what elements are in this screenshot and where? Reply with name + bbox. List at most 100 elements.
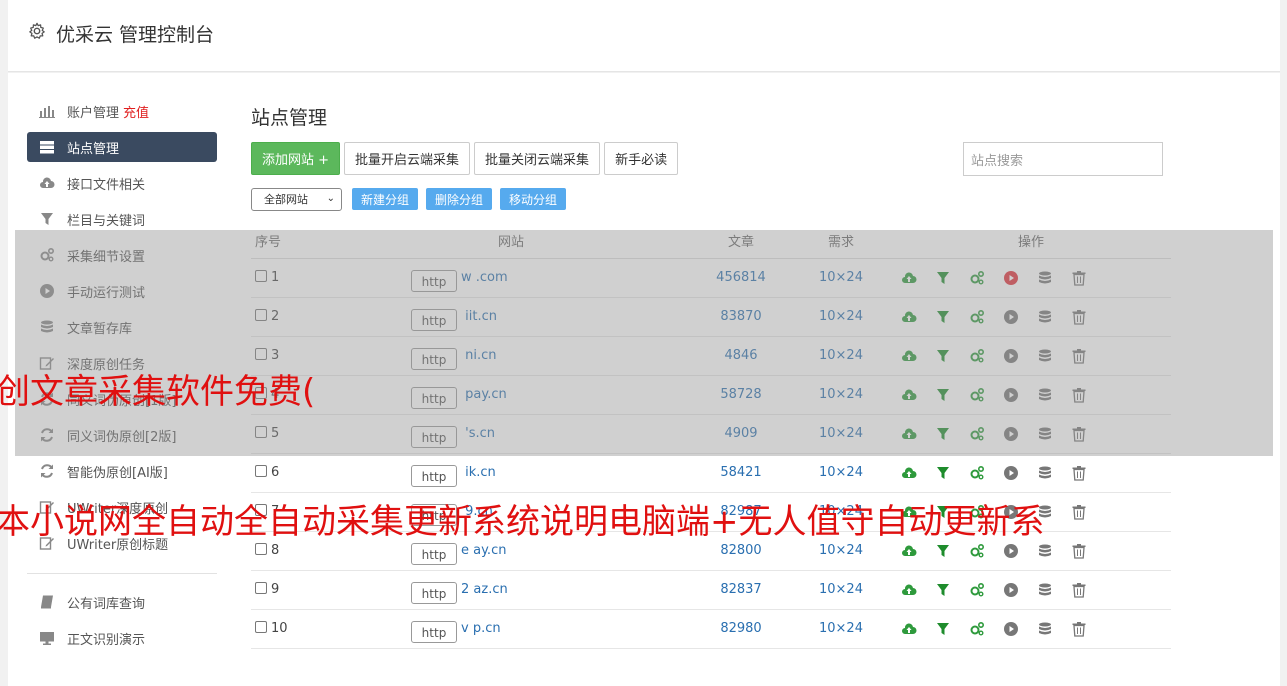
article-count-link[interactable]: 82980 (720, 621, 761, 636)
demand-link[interactable]: 10×24 (819, 621, 863, 636)
cloud-upload-icon (39, 175, 55, 191)
move-group-button[interactable]: 移动分组 (500, 188, 567, 210)
row-index: 10 (251, 609, 331, 649)
overlay-caption-2: 本小说网全自动全自动采集更新系统说明电脑端+无人值守自动更新系 (0, 502, 1045, 542)
refresh-icon (39, 463, 55, 479)
batch-close-cloud-button[interactable]: 批量关闭云端采集 (474, 141, 601, 175)
sidebar-item-label: 公有词库查询 (67, 596, 146, 612)
sidebar-item-b0[interactable]: 公有词库查询 (27, 584, 217, 620)
table-row: 6 http ik.cn 58421 10×24 (251, 453, 1171, 493)
row-site: http v p.cn (331, 609, 691, 649)
table-row: 10 http v p.cn 82980 10×24 (251, 609, 1171, 649)
filter-icon (39, 211, 55, 227)
delete-group-button[interactable]: 删除分组 (426, 188, 493, 210)
row-articles: 82837 (691, 570, 791, 610)
row-checkbox[interactable] (255, 543, 267, 555)
play-icon[interactable] (1003, 465, 1019, 481)
gear-icon (29, 22, 45, 39)
sidebar-item-1[interactable]: 站点管理 (27, 132, 217, 162)
sidebar-item-label: 站点管理 (67, 141, 120, 157)
cloud-upload-icon[interactable] (901, 582, 917, 598)
http-badge: http (411, 620, 457, 643)
row-index-label: 10 (271, 621, 288, 636)
cogs-icon[interactable] (969, 465, 985, 481)
row-articles: 58421 (691, 453, 791, 493)
row-checkbox[interactable] (255, 621, 267, 633)
site-domain-link[interactable]: ik.cn (461, 465, 496, 480)
database-icon[interactable] (1037, 582, 1053, 598)
header: 优采云 管理控制台 (8, 0, 1280, 72)
trash-icon[interactable] (1071, 621, 1087, 637)
trash-icon[interactable] (1071, 582, 1087, 598)
article-count-link[interactable]: 58421 (720, 465, 761, 480)
trash-icon[interactable] (1071, 465, 1087, 481)
play-icon[interactable] (1003, 582, 1019, 598)
row-index: 9 (251, 570, 331, 610)
page-title: 站点管理 (251, 107, 328, 129)
sidebar-item-label: 账户管理 (67, 105, 120, 121)
play-icon[interactable] (1003, 543, 1019, 559)
trash-icon[interactable] (1071, 543, 1087, 559)
cogs-icon[interactable] (969, 543, 985, 559)
monitor-icon (39, 630, 55, 646)
cloud-upload-icon[interactable] (901, 621, 917, 637)
cloud-upload-icon[interactable] (901, 465, 917, 481)
sidebar-item-b1[interactable]: 正文识别演示 (27, 620, 217, 656)
row-index-label: 9 (271, 582, 280, 597)
filter-icon[interactable] (935, 543, 951, 559)
row-ops (891, 570, 1171, 610)
cogs-icon[interactable] (969, 621, 985, 637)
filter-icon[interactable] (935, 465, 951, 481)
add-site-button[interactable]: 添加网站 + (251, 141, 341, 175)
chevron-down-icon: ⌄ (326, 192, 335, 204)
group-select[interactable]: 全部网站 ⌄ (251, 187, 342, 211)
newbie-guide-button[interactable]: 新手必读 (604, 141, 679, 175)
sidebar-item-label: 栏目与关键词 (67, 213, 146, 229)
demand-link[interactable]: 10×24 (819, 582, 863, 597)
demand-link[interactable]: 10×24 (819, 465, 863, 480)
sidebar-item-label: 正文识别演示 (67, 632, 146, 648)
table-row: 9 http 2 az.cn 82837 10×24 (251, 570, 1171, 610)
row-index: 6 (251, 453, 331, 493)
site-domain-link[interactable]: v p.cn (461, 621, 501, 636)
sidebar-item-label: 接口文件相关 (67, 177, 146, 193)
cogs-icon[interactable] (969, 582, 985, 598)
article-count-link[interactable]: 82800 (720, 543, 761, 558)
row-site: http ik.cn (331, 453, 691, 493)
site-search-input[interactable]: 站点搜索 (963, 142, 1163, 176)
row-checkbox[interactable] (255, 582, 267, 594)
cloud-upload-icon[interactable] (901, 543, 917, 559)
database-icon[interactable] (1037, 543, 1053, 559)
database-icon[interactable] (1037, 621, 1053, 637)
sidebar-item-0[interactable]: 账户管理 充值 (27, 93, 217, 129)
app-title: 优采云 管理控制台 (56, 24, 215, 46)
sidebar-item-label: 智能伪原创[AI版] (67, 465, 168, 481)
row-demand: 10×24 (791, 609, 891, 649)
row-articles: 82980 (691, 609, 791, 649)
database-icon[interactable] (1037, 465, 1053, 481)
demand-link[interactable]: 10×24 (819, 543, 863, 558)
group-toolbar: 全部网站 ⌄ 新建分组 删除分组 移动分组 (251, 187, 1251, 211)
filter-icon[interactable] (935, 582, 951, 598)
new-group-button[interactable]: 新建分组 (352, 188, 419, 210)
filter-icon[interactable] (935, 621, 951, 637)
row-index-label: 6 (271, 465, 280, 480)
row-demand: 10×24 (791, 570, 891, 610)
bar-chart-icon (39, 103, 55, 119)
batch-open-cloud-button[interactable]: 批量开启云端采集 (344, 141, 471, 175)
article-count-link[interactable]: 82837 (720, 582, 761, 597)
site-domain-link[interactable]: 2 az.cn (461, 582, 508, 597)
row-checkbox[interactable] (255, 465, 267, 477)
http-badge: http (411, 464, 457, 487)
site-domain-link[interactable]: e ay.cn (461, 543, 506, 558)
http-badge: http (411, 581, 457, 604)
row-index-label: 8 (271, 543, 280, 558)
sidebar-item-2[interactable]: 接口文件相关 (27, 165, 217, 201)
sidebar-item-10[interactable]: 智能伪原创[AI版] (27, 453, 217, 489)
overlay-band (15, 230, 1273, 456)
recharge-link[interactable]: 充值 (123, 102, 149, 121)
group-select-value: 全部网站 (264, 193, 308, 206)
sidebar-divider (27, 573, 217, 574)
row-ops (891, 609, 1171, 649)
play-icon[interactable] (1003, 621, 1019, 637)
